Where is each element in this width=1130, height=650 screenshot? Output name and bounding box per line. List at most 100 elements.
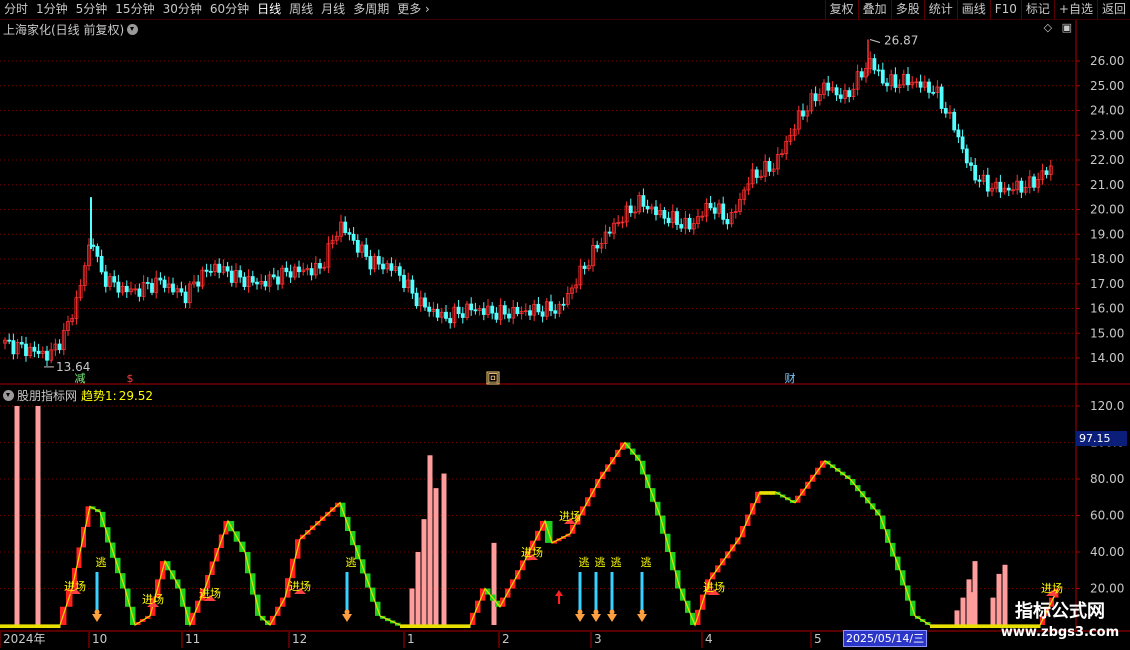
candle-body [124, 285, 129, 293]
price-tick-label: 23.00 [1090, 128, 1124, 142]
candle-body [666, 217, 671, 224]
candle-body [847, 90, 852, 98]
indicator-bar [35, 406, 41, 625]
escape-label: 逃 [611, 556, 622, 569]
candle-body [859, 71, 864, 78]
candle-body [943, 108, 948, 114]
indicator-bar [421, 519, 427, 625]
candle-body [687, 217, 692, 230]
candle-body [427, 306, 432, 312]
candle-body [91, 244, 96, 247]
watermark: 指标公式网 www.zbgs3.com [996, 600, 1124, 646]
watermark-url: www.zbgs3.com [1000, 625, 1120, 640]
event-marker: 减 [75, 372, 86, 385]
indicator-bar [972, 561, 978, 625]
indicator-bar [960, 597, 966, 625]
candle-body [36, 350, 41, 354]
escape-person-head [639, 609, 645, 615]
price-tick-label: 21.00 [1090, 178, 1124, 192]
escape-label: 逃 [579, 556, 590, 569]
candle-body [998, 181, 1003, 193]
candle-body [473, 309, 478, 312]
candle-body [263, 281, 268, 287]
entry-label: 进场 [199, 586, 221, 600]
price-tick-label: 20.00 [1090, 203, 1124, 217]
candle-body [1044, 170, 1049, 175]
candle-body [536, 303, 541, 313]
event-marker: 回 [488, 372, 499, 385]
xaxis-label: 2 [502, 632, 510, 646]
indicator-bar [441, 473, 447, 625]
candle-body [964, 148, 969, 164]
indicator-tick-label: 60.00 [1090, 509, 1124, 523]
candle-body [376, 256, 381, 265]
candle-body [103, 271, 108, 287]
candle-body [158, 277, 163, 281]
xaxis-label: 3 [594, 632, 602, 646]
candle-body [490, 305, 495, 314]
escape-person-head [94, 609, 100, 615]
escape-label: 逃 [595, 556, 606, 569]
candle-body [456, 306, 461, 315]
candle-body [906, 73, 910, 86]
candle-body [952, 111, 957, 131]
candle-body [481, 308, 486, 315]
indicator-bar [990, 597, 996, 625]
candle-body [196, 281, 201, 287]
cursor-date-tag: 2025/05/14/三 [843, 630, 928, 647]
candle-body [628, 205, 633, 214]
candle-body [679, 224, 684, 229]
candle-body [502, 305, 507, 315]
candle-body [767, 161, 772, 172]
candle-body [238, 270, 243, 278]
candle-body [288, 271, 293, 278]
candle-body [99, 255, 104, 273]
candle-body [112, 276, 117, 283]
candle-body [250, 276, 255, 283]
candle-body [893, 74, 898, 88]
price-tick-label: 18.00 [1090, 252, 1124, 266]
candle-body [826, 82, 831, 91]
candle-body [960, 136, 965, 150]
indicator-bar [967, 592, 973, 625]
xaxis-label: 2024年 [3, 632, 46, 646]
price-tick-label: 24.00 [1090, 104, 1124, 118]
candle-body [872, 58, 877, 71]
indicator-bar [954, 610, 960, 625]
event-marker: 财 [785, 371, 796, 385]
candle-body [973, 165, 978, 181]
candle-body [675, 211, 679, 225]
entry-label: 进场 [142, 592, 164, 606]
candle-body [57, 343, 62, 351]
candle-body [145, 282, 150, 284]
indicator-tick-label: 40.00 [1090, 545, 1124, 559]
candle-body [309, 268, 314, 276]
candle-body [351, 233, 356, 241]
indicator-tick-label: 20.00 [1090, 582, 1124, 596]
escape-person-icon [342, 614, 352, 622]
candle-body [7, 339, 12, 342]
candle-body [423, 297, 427, 308]
candle-body [977, 179, 982, 182]
escape-person-icon [575, 614, 585, 622]
candle-body [880, 69, 885, 84]
candle-body [19, 342, 24, 345]
candle-body [24, 343, 28, 357]
candle-body [582, 265, 587, 269]
candle-body [1006, 187, 1011, 191]
candle-body [885, 82, 889, 87]
candle-body [204, 269, 209, 272]
price-tick-label: 15.00 [1090, 326, 1124, 340]
price-tick-label: 19.00 [1090, 227, 1124, 241]
high-pointer [869, 38, 881, 43]
indicator-bar [433, 488, 439, 625]
entry-label: 进场 [703, 580, 725, 594]
candle-body [397, 266, 402, 276]
candle-body [183, 291, 188, 304]
candle-body [939, 86, 944, 109]
candle-body [708, 202, 713, 209]
chart-canvas[interactable]: 26.00 25.00 24.00 23.00 22.00 21.00 20.00 19.00… [0, 0, 1130, 650]
escape-label: 逃 [641, 556, 652, 569]
candle-body [662, 210, 667, 219]
escape-label: 逃 [96, 556, 107, 569]
